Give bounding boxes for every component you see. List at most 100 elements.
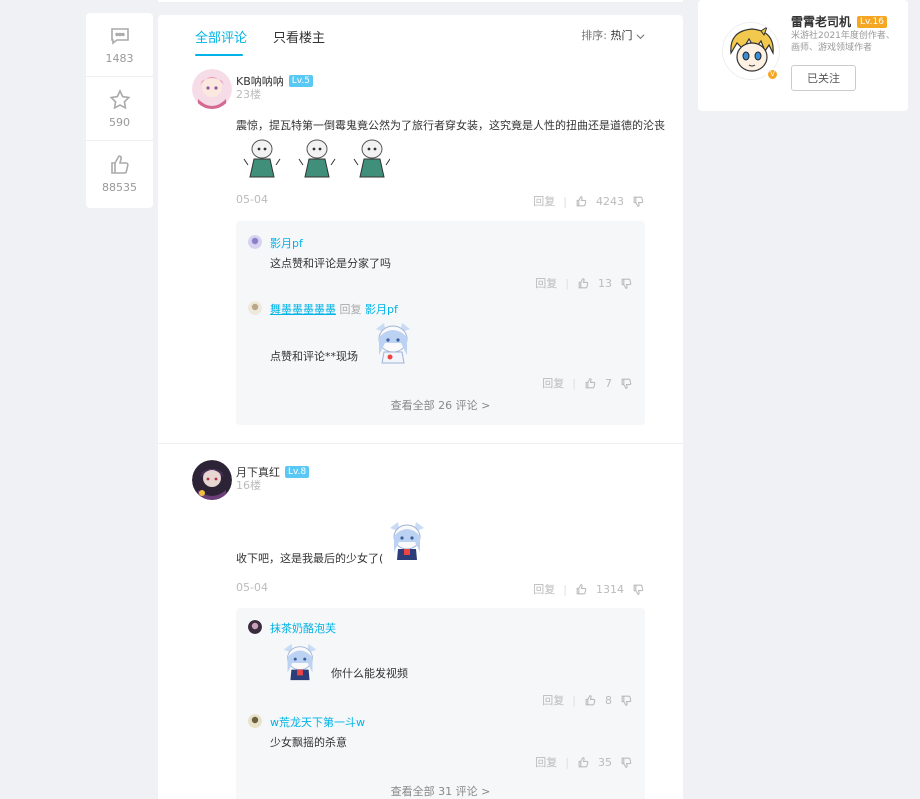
reply-text: 少女飘摇的杀意: [270, 736, 347, 749]
reply-item: 舞墨墨墨墨墨 回复 影月pf 点赞和评论**现场 回复 | 7: [248, 301, 633, 391]
tab-author-only[interactable]: 只看楼主: [273, 27, 325, 46]
reply-text: 你什么能发视频: [331, 667, 408, 680]
like-count: 7: [605, 376, 612, 390]
reply-actions: 回复 | 13: [535, 275, 633, 291]
reply-item: 影月pf 这点赞和评论是分家了吗 回复 | 13: [248, 235, 633, 290]
comment-actions: 回复 | 4243: [533, 193, 645, 209]
reply-text: 点赞和评论**现场: [270, 350, 358, 363]
comment-count: 1483: [105, 52, 134, 65]
sticker-image: [384, 518, 430, 567]
thumbs-up-icon[interactable]: [584, 694, 597, 707]
action-rail: 1483 590 88535: [86, 13, 153, 208]
separator: |: [572, 376, 576, 390]
star-icon: [108, 89, 131, 110]
reply-button[interactable]: 回复: [533, 581, 555, 597]
view-all-replies-link[interactable]: 查看全部 31 评论 >: [236, 783, 645, 799]
separator: |: [572, 693, 576, 707]
sticker-image: [370, 319, 416, 368]
reply-button[interactable]: 回复: [542, 375, 564, 391]
thumbs-up-icon[interactable]: [575, 583, 588, 596]
comment-meta: 05-04 回复 | 1314: [236, 581, 645, 597]
tab-all-comments[interactable]: 全部评论: [195, 27, 247, 46]
separator: |: [565, 276, 569, 290]
comment-date: 05-04: [236, 193, 268, 206]
thumbs-down-icon[interactable]: [620, 756, 633, 769]
comment-meta: 05-04 回复 | 4243: [236, 193, 645, 209]
floor-number: 23楼: [236, 88, 261, 101]
reply-actions: 回复 | 8: [542, 692, 633, 708]
reply-item: 抹茶奶酪泡芙 你什么能发视频 回复 | 8: [248, 620, 633, 707]
comment-text: 震惊，提瓦特第一倒霉鬼竟公然为了旅行者穿女装，这究竟是人性的扭曲还是道德的沦丧: [236, 119, 665, 132]
sort-dropdown[interactable]: 排序: 热门: [581, 27, 645, 43]
reply-button[interactable]: 回复: [535, 275, 557, 291]
like-count: 88535: [102, 180, 137, 194]
view-all-replies-link[interactable]: 查看全部 26 评论 >: [236, 397, 645, 413]
chevron-down-icon: [636, 33, 645, 39]
author-name-line: 雷霄老司机 Lv.16: [791, 13, 887, 30]
like-action[interactable]: 88535: [86, 141, 153, 205]
avatar[interactable]: [192, 69, 232, 109]
thumbs-down-icon[interactable]: [620, 377, 633, 390]
thumbs-up-icon[interactable]: [577, 277, 590, 290]
reply-user[interactable]: w荒龙天下第一斗w: [270, 714, 365, 730]
follow-button[interactable]: 已关注: [791, 65, 856, 91]
reply-actions: 回复 | 7: [542, 375, 633, 391]
comment-action[interactable]: 1483: [86, 13, 153, 77]
thumbs-up-icon: [110, 154, 129, 174]
comment-item: 月下真红 Lv.8 16楼 收下吧，这是我最后的少女了( 05-04 回复 | …: [158, 458, 683, 799]
thumbs-down-icon[interactable]: [632, 195, 645, 208]
separator: |: [563, 194, 567, 208]
comments-panel: 全部评论 只看楼主 排序: 热门 KB呐呐呐 Lv.5 23楼 震惊，提瓦特第一…: [158, 15, 683, 799]
verified-badge: V: [766, 68, 779, 81]
like-count: 8: [605, 693, 612, 707]
reply-text: 这点赞和评论是分家了吗: [270, 257, 391, 270]
reply-box: 抹茶奶酪泡芙 你什么能发视频 回复 | 8 w荒龙天下第一斗w 少女飘摇的杀意: [236, 608, 645, 799]
star-action[interactable]: 590: [86, 77, 153, 141]
level-badge: Lv.8: [285, 466, 310, 478]
reply-to-user[interactable]: 影月pf: [365, 303, 398, 316]
author-card: V 雷霄老司机 Lv.16 米游社2021年度创作者、画师、游戏领域作者 已关注: [698, 0, 908, 111]
like-count: 1314: [596, 582, 624, 596]
floor-number: 16楼: [236, 479, 261, 492]
like-count: 13: [598, 276, 612, 290]
star-count: 590: [109, 116, 130, 129]
thumbs-down-icon[interactable]: [620, 277, 633, 290]
like-count: 35: [598, 755, 612, 769]
reply-user[interactable]: 抹茶奶酪泡芙: [270, 620, 336, 636]
level-badge: Lv.5: [288, 75, 313, 87]
reply-avatar[interactable]: [248, 235, 262, 249]
divider: [158, 443, 683, 444]
reply-button[interactable]: 回复: [533, 193, 555, 209]
separator: |: [565, 755, 569, 769]
thumbs-down-icon[interactable]: [632, 583, 645, 596]
sort-label: 排序:: [581, 29, 607, 42]
author-description: 米游社2021年度创作者、画师、游戏领域作者: [791, 31, 895, 53]
like-count: 4243: [596, 194, 624, 208]
thumbs-down-icon[interactable]: [620, 694, 633, 707]
separator: |: [563, 582, 567, 596]
thumbs-up-icon[interactable]: [577, 756, 590, 769]
reply-user[interactable]: 影月pf: [270, 235, 303, 251]
reply-avatar[interactable]: [248, 301, 262, 315]
reply-box: 影月pf 这点赞和评论是分家了吗 回复 | 13 舞墨墨墨墨墨 回复 影月pf …: [236, 221, 645, 425]
avatar[interactable]: [192, 460, 232, 500]
comment-tabs: 全部评论 只看楼主 排序: 热门: [158, 15, 683, 61]
comment-icon: [110, 28, 129, 45]
comment-item: KB呐呐呐 Lv.5 23楼 震惊，提瓦特第一倒霉鬼竟公然为了旅行者穿女装，这究…: [158, 67, 683, 437]
reply-button[interactable]: 回复: [535, 754, 557, 770]
reply-word: 回复: [339, 303, 362, 316]
thumbs-up-icon[interactable]: [584, 377, 597, 390]
thumbs-up-icon[interactable]: [575, 195, 588, 208]
reply-actions: 回复 | 35: [535, 754, 633, 770]
author-name[interactable]: 雷霄老司机: [791, 13, 851, 30]
reply-button[interactable]: 回复: [542, 692, 564, 708]
reply-user-line: 舞墨墨墨墨墨 回复 影月pf: [270, 301, 398, 317]
comment-text: 收下吧，这是我最后的少女了(: [236, 552, 384, 565]
level-badge: Lv.16: [857, 15, 887, 28]
reply-avatar[interactable]: [248, 620, 262, 634]
reply-user[interactable]: 舞墨墨墨墨墨: [270, 303, 336, 316]
tab-underline: [195, 54, 243, 56]
sticker-image: [278, 640, 322, 687]
reply-avatar[interactable]: [248, 714, 262, 728]
sort-value: 热门: [610, 29, 633, 42]
